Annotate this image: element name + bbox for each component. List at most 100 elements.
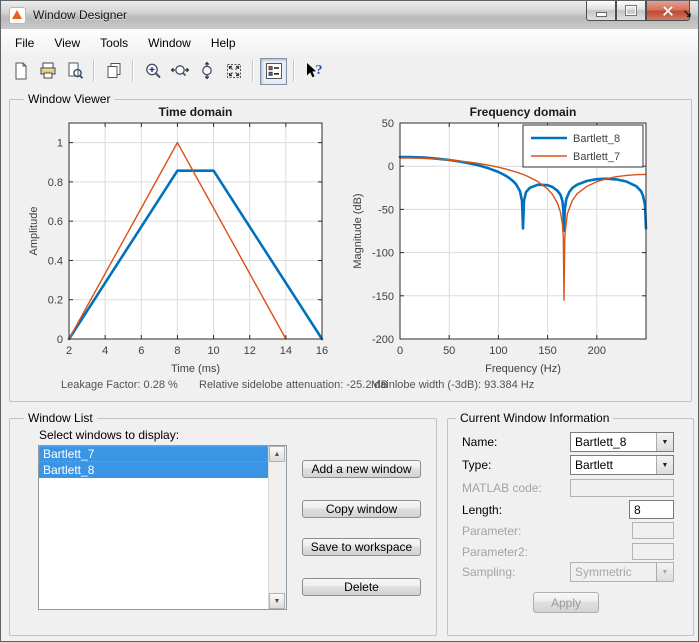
window-list-group: Window List Select windows to display: B… — [9, 411, 437, 636]
type-label: Type: — [462, 458, 492, 472]
type-value: Bartlett — [575, 458, 614, 472]
length-field[interactable]: 8 — [629, 500, 674, 519]
sampling-dropdown: Symmetric — [570, 562, 674, 582]
title-bar[interactable]: Window Designer — [1, 1, 698, 30]
zoom-in-icon — [145, 63, 161, 79]
copy-window-button[interactable] — [101, 59, 126, 84]
type-dropdown[interactable]: Bartlett — [570, 455, 674, 475]
svg-text:-200: -200 — [372, 334, 394, 346]
print-icon — [40, 62, 55, 79]
svg-text:0.2: 0.2 — [48, 295, 63, 307]
zoom-x-icon — [170, 65, 189, 77]
list-item[interactable]: Bartlett_7 — [39, 446, 268, 462]
chevron-down-icon — [656, 563, 673, 581]
svg-text:Amplitude: Amplitude — [28, 207, 40, 256]
svg-text:Time domain: Time domain — [159, 105, 233, 119]
toolbar-separator — [293, 60, 295, 82]
svg-text:100: 100 — [489, 345, 507, 357]
restore-icon — [626, 6, 636, 15]
svg-text:6: 6 — [138, 345, 144, 357]
svg-text:0.6: 0.6 — [48, 216, 63, 228]
window-listbox[interactable]: Bartlett_7Bartlett_8 — [38, 445, 287, 610]
context-help-button[interactable]: ? — [301, 59, 326, 84]
svg-text:Magnitude (dB): Magnitude (dB) — [353, 193, 364, 268]
context-help-icon: ? — [306, 63, 322, 78]
print-preview-icon — [68, 62, 83, 79]
svg-text:10: 10 — [207, 345, 219, 357]
svg-text:150: 150 — [538, 345, 556, 357]
apply-button[interactable]: Apply — [533, 592, 599, 613]
select-windows-label: Select windows to display: — [39, 428, 180, 442]
add-a-new-window-button[interactable]: Add a new window — [302, 460, 421, 478]
menu-tools[interactable]: Tools — [90, 31, 138, 55]
svg-text:14: 14 — [280, 345, 292, 357]
svg-text:8: 8 — [174, 345, 180, 357]
svg-text:0.4: 0.4 — [48, 255, 63, 267]
save-to-workspace-button[interactable]: Save to workspace — [302, 538, 421, 556]
svg-text:-100: -100 — [372, 248, 394, 260]
full-view-button[interactable] — [221, 59, 246, 84]
chevron-down-icon[interactable] — [656, 433, 673, 451]
svg-text:12: 12 — [244, 345, 256, 357]
parameter2-label: Parameter2: — [462, 545, 529, 559]
matlab-code-field — [570, 479, 674, 497]
name-dropdown[interactable]: Bartlett_8 — [570, 432, 674, 452]
copy-window-button[interactable]: Copy window — [302, 500, 421, 518]
svg-text:2: 2 — [66, 345, 72, 357]
svg-text:Frequency domain: Frequency domain — [470, 105, 577, 119]
sampling-label: Sampling: — [462, 565, 516, 579]
window-list-group-label: Window List — [24, 411, 97, 425]
length-label: Length: — [462, 503, 503, 517]
svg-text:Time (ms): Time (ms) — [171, 363, 220, 375]
sampling-value: Symmetric — [575, 565, 632, 579]
svg-text:-50: -50 — [378, 204, 394, 216]
svg-text:4: 4 — [102, 345, 108, 357]
chevron-down-icon[interactable] — [656, 456, 673, 474]
toolbar-separator — [132, 60, 134, 82]
zoom-in-button[interactable] — [140, 59, 165, 84]
full-view-icon — [226, 64, 241, 78]
current-window-info-group-label: Current Window Information — [456, 411, 614, 425]
frequency-domain-chart: 0 50 100 150 200 50 0 -50 -100 -150 -200 Frequency … — [353, 105, 648, 375]
menu-bar: File View Tools Window Help — [1, 29, 698, 57]
svg-text:16: 16 — [316, 345, 328, 357]
new-document-button[interactable] — [8, 59, 33, 84]
svg-text:50: 50 — [443, 345, 455, 357]
svg-text:?: ? — [315, 63, 322, 78]
scroll-down-icon[interactable] — [269, 593, 285, 609]
minimize-button[interactable] — [586, 1, 616, 21]
menu-help[interactable]: Help — [201, 31, 246, 55]
svg-text:200: 200 — [588, 345, 606, 357]
toolbar-separator — [93, 60, 95, 82]
toolbar-separator — [252, 60, 254, 82]
print-preview-button[interactable] — [62, 59, 87, 84]
menu-view[interactable]: View — [44, 31, 90, 55]
svg-text:1: 1 — [57, 138, 63, 150]
parameter2-field — [632, 543, 674, 560]
close-icon — [662, 5, 674, 17]
legend-toggle-button[interactable] — [260, 57, 287, 85]
zoom-x-button[interactable] — [167, 59, 192, 84]
delete-button[interactable]: Delete — [302, 578, 421, 596]
window-designer-window: Window Designer File View Tools Window Help — [0, 0, 699, 642]
copy-window-icon — [107, 63, 120, 78]
new-document-icon — [15, 62, 26, 80]
matlab-app-icon — [9, 6, 26, 24]
svg-text:0: 0 — [397, 345, 403, 357]
mainlobe-width-status: Mainlobe width (-3dB): 93.384 Hz — [371, 379, 535, 391]
restore-button[interactable] — [616, 1, 646, 21]
window-controls — [586, 1, 690, 21]
matlab-code-label: MATLAB code: — [462, 481, 542, 495]
listbox-scrollbar[interactable] — [268, 446, 286, 609]
zoom-y-button[interactable] — [194, 59, 219, 84]
menu-file[interactable]: File — [5, 31, 44, 55]
list-item[interactable]: Bartlett_8 — [39, 462, 268, 478]
name-value: Bartlett_8 — [575, 435, 627, 449]
zoom-y-icon — [201, 61, 212, 80]
scroll-up-icon[interactable] — [269, 446, 285, 462]
svg-text:50: 50 — [382, 118, 394, 130]
dock-figure-arrow-icon[interactable] — [683, 7, 692, 20]
minimize-icon — [595, 11, 607, 17]
menu-window[interactable]: Window — [138, 31, 201, 55]
print-button[interactable] — [35, 59, 60, 84]
